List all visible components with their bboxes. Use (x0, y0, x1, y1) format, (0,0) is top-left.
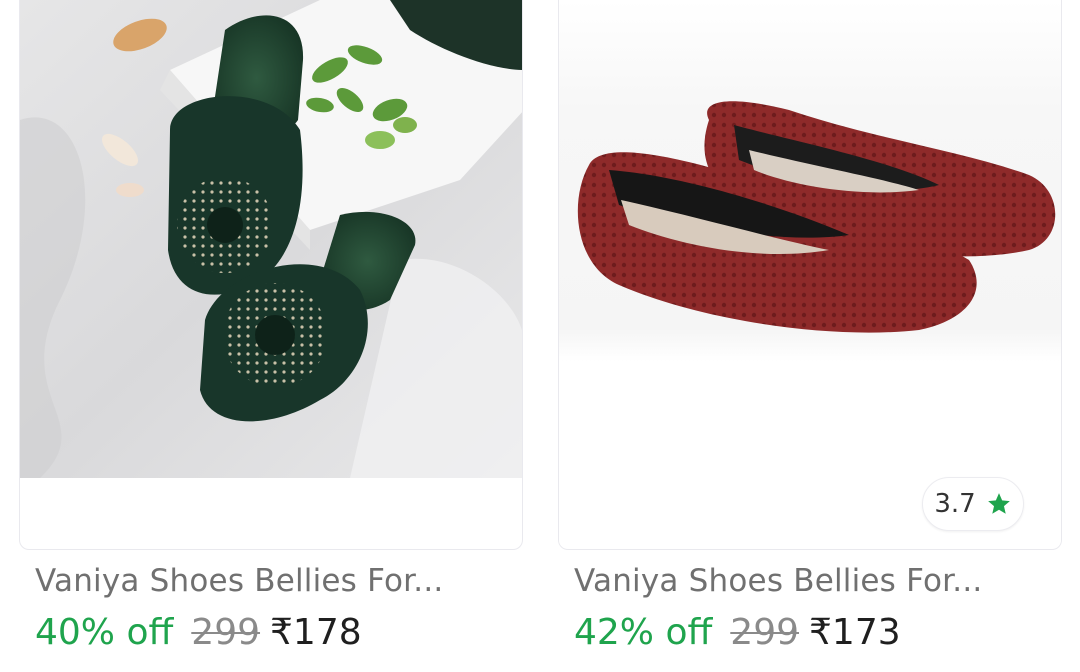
product-image[interactable] (20, 0, 523, 478)
product-card[interactable]: Vaniya Shoes Bellies For... 40% off 299 … (19, 0, 523, 672)
star-icon (987, 493, 1010, 514)
original-price: 299 (191, 612, 261, 653)
product-card[interactable]: 3.7 Vaniya Shoes Bellies For... 42% off … (558, 0, 1062, 672)
original-price: 299 (730, 612, 800, 653)
sale-price: ₹173 (809, 612, 901, 653)
product-title[interactable]: Vaniya Shoes Bellies For... (35, 563, 443, 599)
rating-badge: 3.7 (922, 477, 1024, 531)
discount-label: 42% off (574, 612, 713, 653)
product-title[interactable]: Vaniya Shoes Bellies For... (574, 563, 982, 599)
price-row: 42% off 299 ₹173 (574, 612, 901, 653)
rating-value: 3.7 (934, 489, 976, 519)
sale-price: ₹178 (270, 612, 362, 653)
product-image-frame[interactable] (19, 0, 523, 550)
product-image-frame[interactable]: 3.7 (558, 0, 1062, 550)
price-row: 40% off 299 ₹178 (35, 612, 362, 653)
product-image[interactable] (559, 0, 1062, 548)
discount-label: 40% off (35, 612, 174, 653)
